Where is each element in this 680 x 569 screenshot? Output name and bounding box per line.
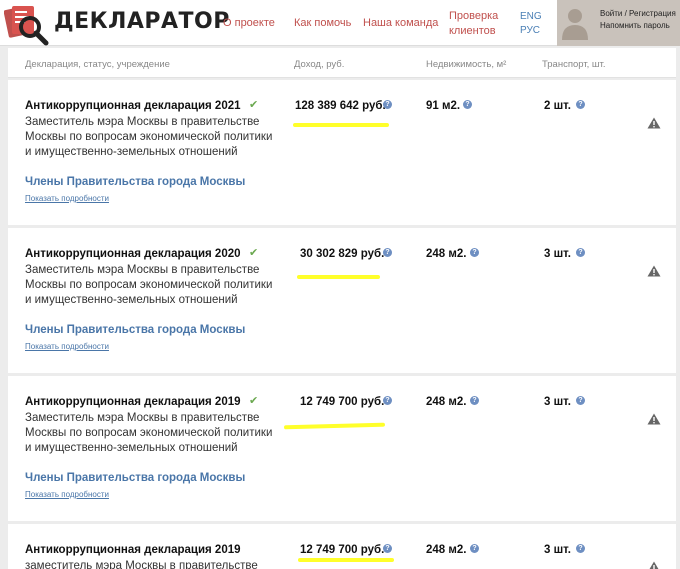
- declarations-table: Декларация, статус, учреждение Доход, ру…: [8, 48, 676, 569]
- user-box: Войти / Регистрация Напомнить пароль: [557, 0, 680, 46]
- income-info-icon[interactable]: ?: [383, 544, 392, 553]
- show-details-link[interactable]: Показать подробности: [25, 490, 109, 499]
- realty-info-icon[interactable]: ?: [470, 544, 479, 553]
- realty-value: 248 м2.: [426, 396, 467, 408]
- transport-info-icon[interactable]: ?: [576, 248, 585, 257]
- group-link[interactable]: Члены Правительства города Москвы: [25, 324, 245, 336]
- warning-icon[interactable]: [647, 413, 661, 425]
- page: ДЕКЛАРАТОР О проекте Как помочь Наша ком…: [0, 0, 680, 569]
- nav-check-clients[interactable]: Проверка клиентов: [449, 9, 509, 39]
- table-row: Антикоррупционная декларация 2020 ✔ Заме…: [8, 228, 676, 373]
- transport-info-icon[interactable]: ?: [576, 396, 585, 405]
- group-link[interactable]: Члены Правительства города Москвы: [25, 176, 245, 188]
- table-header: Декларация, статус, учреждение Доход, ру…: [8, 48, 676, 78]
- column-header-income[interactable]: Доход, руб.: [294, 59, 344, 70]
- realty-value: 248 м2.: [426, 544, 467, 556]
- show-details-link[interactable]: Показать подробности: [25, 342, 109, 351]
- verified-check-icon: ✔: [249, 247, 259, 259]
- header: ДЕКЛАРАТОР О проекте Как помочь Наша ком…: [0, 0, 680, 46]
- highlight-mark: [297, 275, 380, 279]
- logo-text[interactable]: ДЕКЛАРАТОР: [54, 9, 230, 34]
- highlight-mark: [283, 422, 386, 430]
- verified-check-icon: ✔: [249, 395, 259, 407]
- avatar-icon: [562, 9, 588, 40]
- logo-icon[interactable]: [4, 2, 50, 46]
- declaration-title[interactable]: Антикоррупционная декларация 2019: [25, 396, 241, 408]
- income-info-icon[interactable]: ?: [383, 248, 392, 257]
- warning-icon[interactable]: [647, 117, 661, 129]
- transport-value: 3 шт.: [544, 396, 571, 408]
- realty-info-icon[interactable]: ?: [463, 100, 472, 109]
- transport-info-icon[interactable]: ?: [576, 100, 585, 109]
- transport-value: 3 шт.: [544, 544, 571, 556]
- highlight-mark: [293, 123, 389, 127]
- table-row: Антикоррупционная декларация 2019 ✔ Заме…: [8, 376, 676, 521]
- column-header-transport[interactable]: Транспорт, шт.: [542, 59, 605, 70]
- highlight-mark: [298, 558, 394, 562]
- transport-value: 3 шт.: [544, 248, 571, 260]
- realty-info-icon[interactable]: ?: [470, 248, 479, 257]
- nav-help[interactable]: Как помочь: [294, 16, 351, 31]
- income-value: 12 749 700 руб.: [300, 544, 385, 556]
- column-header-declaration: Декларация, статус, учреждение: [25, 59, 170, 70]
- verified-check-icon: ✔: [249, 99, 259, 111]
- login-link[interactable]: Войти / Регистрация: [600, 9, 676, 18]
- declaration-description: Заместитель мэра Москвы в правительстве …: [25, 412, 273, 454]
- income-value: 12 749 700 руб.: [300, 396, 385, 408]
- remind-password-link[interactable]: Напомнить пароль: [600, 21, 670, 30]
- lang-eng[interactable]: ENG: [520, 11, 542, 22]
- declaration-description: Заместитель мэра Москвы в правительстве …: [25, 116, 273, 158]
- lang-rus[interactable]: РУС: [520, 25, 540, 36]
- nav-team[interactable]: Наша команда: [363, 16, 438, 31]
- declaration-title[interactable]: Антикоррупционная декларация 2021: [25, 100, 241, 112]
- declaration-description: заместитель мэра Москвы в правительстве: [25, 560, 258, 569]
- group-link[interactable]: Члены Правительства города Москвы: [25, 472, 245, 484]
- realty-value: 91 м2.: [426, 100, 461, 112]
- warning-icon[interactable]: [647, 561, 661, 569]
- declaration-title[interactable]: Антикоррупционная декларация 2019: [25, 544, 241, 556]
- declaration-description: Заместитель мэра Москвы в правительстве …: [25, 264, 273, 306]
- income-info-icon[interactable]: ?: [383, 100, 392, 109]
- nav-about[interactable]: О проекте: [223, 16, 275, 31]
- transport-info-icon[interactable]: ?: [576, 544, 585, 553]
- show-details-link[interactable]: Показать подробности: [25, 194, 109, 203]
- table-row: Антикоррупционная декларация 2021 ✔ Заме…: [8, 80, 676, 225]
- realty-value: 248 м2.: [426, 248, 467, 260]
- column-header-realty[interactable]: Недвижимость, м²: [426, 59, 506, 70]
- table-row: Антикоррупционная декларация 2019 замест…: [8, 524, 676, 569]
- transport-value: 2 шт.: [544, 100, 571, 112]
- income-value: 128 389 642 руб.: [295, 100, 386, 112]
- income-value: 30 302 829 руб.: [300, 248, 385, 260]
- declaration-title[interactable]: Антикоррупционная декларация 2020: [25, 248, 241, 260]
- warning-icon[interactable]: [647, 265, 661, 277]
- realty-info-icon[interactable]: ?: [470, 396, 479, 405]
- income-info-icon[interactable]: ?: [383, 396, 392, 405]
